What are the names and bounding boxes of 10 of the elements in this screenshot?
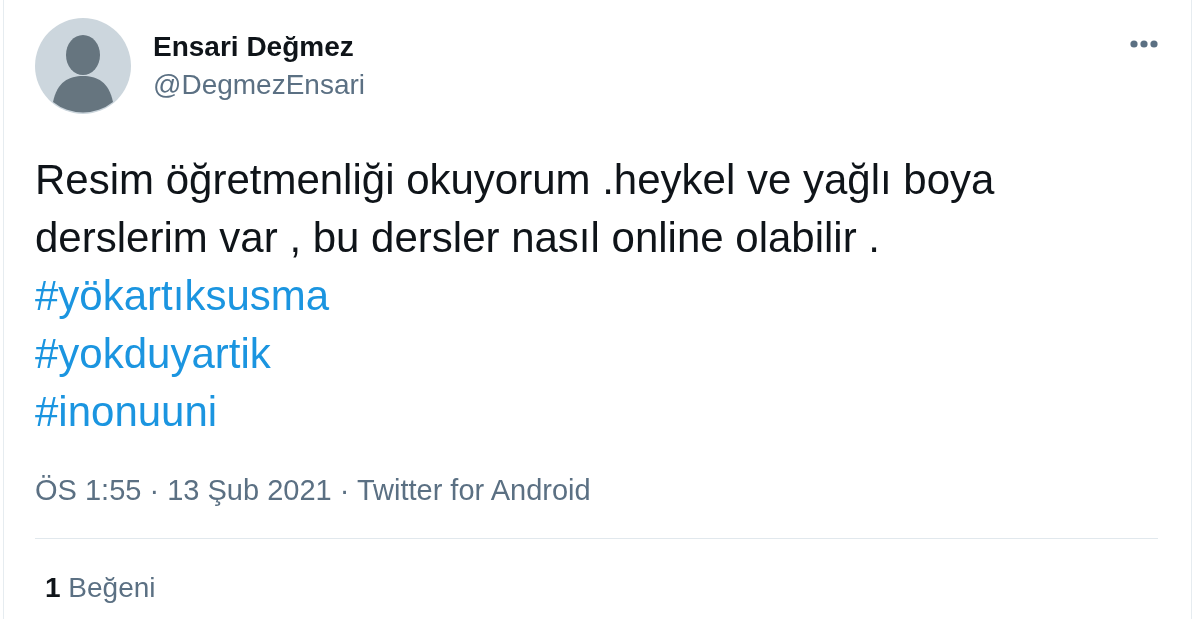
hashtag-link[interactable]: #inonuuni bbox=[35, 383, 218, 441]
tweet-timestamp: ÖS 1:55 · 13 Şub 2021 · Twitter for Android bbox=[35, 473, 591, 508]
avatar-icon[interactable] bbox=[35, 18, 131, 114]
tweet-text: Resim öğretmenliği okuyorum .heykel ve yağlı boya derslerim var , bu dersler nasıl online olabilir . bbox=[35, 155, 996, 263]
hashtag-link[interactable]: #yokduyartik bbox=[35, 325, 271, 383]
more-icon[interactable] bbox=[1130, 40, 1158, 48]
likes-link[interactable]: 1 Beğeni bbox=[45, 571, 156, 605]
author-handle[interactable]: @DegmezEnsari bbox=[153, 68, 366, 102]
author-name[interactable]: Ensari Değmez bbox=[153, 30, 354, 64]
hashtag-link[interactable]: #yökartıksusma bbox=[35, 267, 330, 325]
